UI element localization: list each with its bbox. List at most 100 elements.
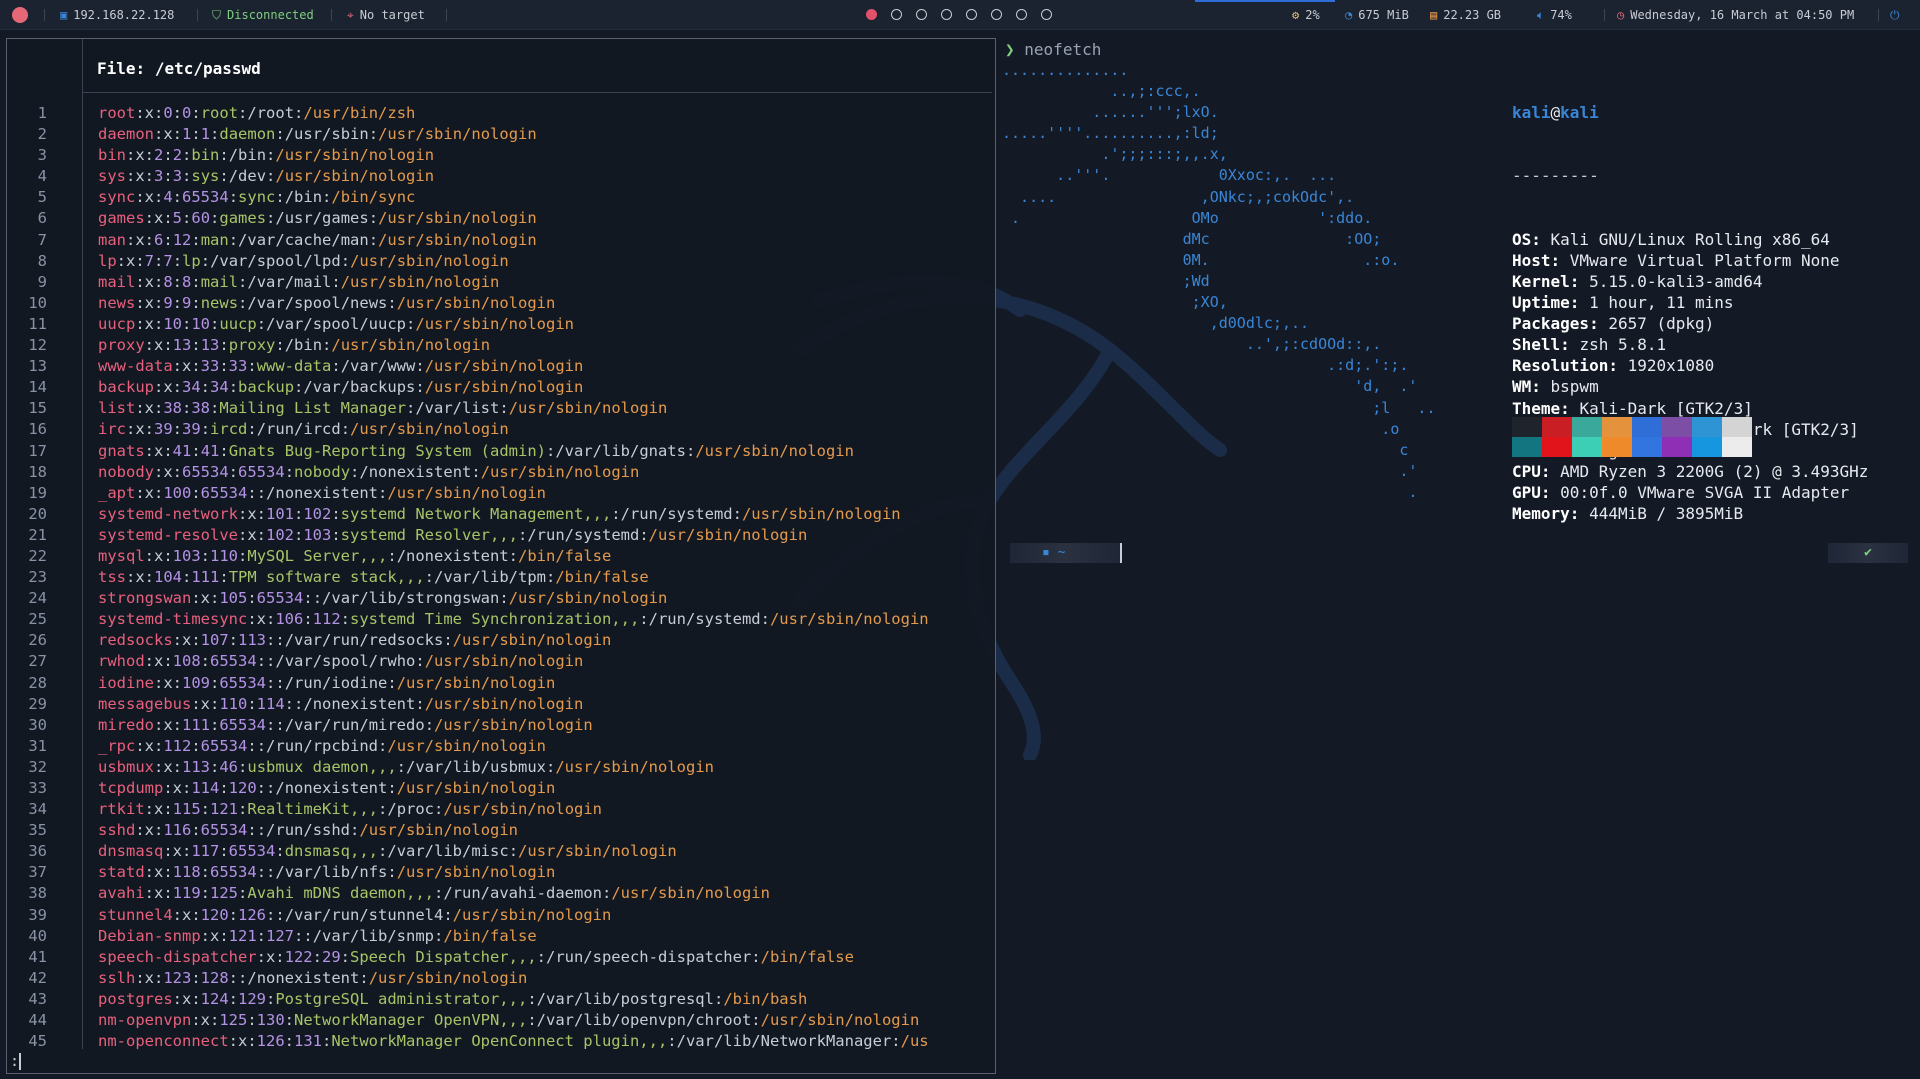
uid: 126	[256, 1032, 285, 1051]
field-separator: :	[163, 230, 173, 249]
passwd-entry: sshd:x:116:65534::/run/sshd:/usr/sbin/no…	[98, 820, 518, 841]
field-separator: :	[275, 715, 285, 734]
clock[interactable]: ◷ Wednesday, 16 March at 04:50 PM	[1617, 0, 1854, 30]
workspace-1-button[interactable]	[866, 9, 877, 20]
login-shell: /usr/sbin/nologin	[396, 863, 556, 882]
uid: 34	[182, 378, 201, 397]
gid: 60	[191, 209, 211, 228]
home-dir: /bin	[284, 336, 323, 355]
field-separator: :	[294, 104, 304, 122]
field-separator: :x:	[191, 589, 220, 608]
passwd-entry: sys:x:3:3:sys:/dev:/usr/sbin/nologin	[98, 166, 434, 187]
volume-control[interactable]: 🔈︎ 74%	[1537, 0, 1572, 30]
field-separator: :	[378, 483, 388, 502]
login-shell: /usr/sbin/nologin	[396, 673, 556, 692]
terminal-pane[interactable]: ❯ neofetch .............. ..,;:ccc,. ...…	[1002, 38, 1918, 1074]
username: dnsmasq	[98, 842, 164, 861]
field-separator: :	[256, 926, 266, 945]
separator	[1878, 9, 1879, 21]
power-button[interactable]: ⏻	[1890, 0, 1900, 30]
line-number: 31	[28, 736, 47, 755]
line-number: 40	[28, 926, 47, 945]
home-dir: /run/avahi-daemon	[443, 884, 602, 903]
home-dir: /var/lib/postgresql	[536, 989, 714, 1008]
field-separator: :	[293, 504, 304, 523]
workspace-3-button[interactable]	[916, 9, 927, 20]
field-separator: :	[266, 715, 276, 734]
field-separator: :	[322, 188, 332, 207]
passwd-entry: nm-openconnect:x:126:131:NetworkManager …	[98, 1031, 929, 1052]
home-dir: /run/rpcbind	[266, 736, 379, 755]
workspace-2-button[interactable]	[891, 9, 902, 20]
gid: 10	[191, 314, 211, 333]
info-row: Host: VMware Virtual Platform None	[1512, 250, 1840, 270]
home-dir: /var/lib/tpm	[434, 568, 546, 587]
kali-menu-button[interactable]	[12, 0, 28, 30]
field-separator: :	[256, 652, 267, 671]
target-indicator[interactable]: ⌖ No target	[347, 0, 425, 30]
table-row: 19 _apt:x:100:65534::/nonexistent:/usr/sb…	[7, 483, 997, 504]
table-row: 27 rwhod:x:108:65534::/var/spool/rwho:/us…	[7, 651, 997, 672]
username: sync	[98, 188, 136, 207]
workspace-4-button[interactable]	[941, 9, 952, 20]
home-dir: /var/cache/man	[238, 230, 369, 249]
home-dir: /var/lib/misc	[387, 842, 509, 861]
field-separator: :	[667, 1032, 677, 1051]
bat-viewer-pane[interactable]: File: /etc/passwd 1 root:x:0:0:root:/root…	[6, 38, 996, 1074]
gecos: Gnats Bug-Reporting System (admin)	[228, 441, 546, 460]
workspace-7-button[interactable]	[1016, 9, 1027, 20]
gecos: mail	[200, 272, 239, 291]
field-separator: :	[182, 167, 192, 186]
line-number: 25	[28, 610, 47, 629]
username: nm-openconnect	[98, 1032, 229, 1051]
login-shell: /usr/sbin/nologin	[378, 125, 537, 144]
passwd-entry: postgres:x:124:129:PostgreSQL administra…	[98, 989, 807, 1010]
info-key: OS	[1512, 229, 1532, 249]
gecos: news	[200, 293, 239, 312]
passwd-entry: Debian-snmp:x:121:127::/var/lib/snmp:/bi…	[98, 926, 537, 947]
field-separator: :	[387, 779, 397, 797]
field-separator: :	[219, 336, 229, 355]
table-row: 43 postgres:x:124:129:PostgreSQL administ…	[7, 989, 997, 1010]
gid: 38	[191, 399, 211, 418]
field-separator: :x:	[135, 821, 164, 840]
username: postgres	[98, 989, 173, 1008]
field-separator: :	[210, 757, 220, 776]
gecos: MySQL Server,,,	[247, 546, 388, 565]
username: rtkit	[98, 800, 145, 819]
workspace-6-button[interactable]	[991, 9, 1002, 20]
username: messagebus	[98, 694, 192, 713]
field-separator: :	[350, 462, 360, 481]
passwd-entry: daemon:x:1:1:daemon:/usr/sbin:/usr/sbin/…	[98, 124, 537, 145]
vpn-status[interactable]: ⛉ Disconnected	[212, 0, 314, 30]
field-separator: :	[191, 968, 201, 987]
field-separator: :x:	[135, 736, 164, 755]
username: nobody	[98, 462, 154, 481]
shell-prompt[interactable]: ▪ ~ ✔	[1002, 543, 1918, 563]
field-separator: :	[191, 821, 201, 840]
ip-address[interactable]: ▣ 192.168.22.128	[60, 0, 174, 30]
line-number: 42	[28, 968, 47, 987]
pager-prompt[interactable]: :	[10, 1052, 22, 1070]
table-row: 1 root:x:0:0:root:/root:/usr/bin/zsh	[7, 103, 997, 124]
field-separator: :	[210, 125, 220, 144]
line-number: 9	[37, 272, 47, 291]
username: backup	[98, 378, 154, 397]
workspace-5-button[interactable]	[966, 9, 977, 20]
field-separator: :x:	[135, 314, 164, 333]
gid: 65534	[200, 736, 248, 755]
login-shell: /usr/sbin/nologin	[452, 631, 612, 650]
gid: 114	[256, 694, 285, 713]
field-separator: :	[406, 399, 416, 418]
field-separator: :x:	[144, 652, 173, 671]
gid: 129	[238, 989, 266, 1008]
home-dir: /var/mail	[247, 272, 332, 291]
info-value: VMware Virtual Platform None	[1569, 250, 1840, 270]
uid: 65534	[182, 462, 229, 481]
gid: 65534	[210, 652, 257, 671]
login-shell: /usr/sbin/nologin	[424, 378, 584, 397]
workspace-8-button[interactable]	[1041, 9, 1052, 20]
field-separator: :	[200, 546, 211, 565]
field-separator: :	[396, 757, 407, 776]
username: systemd-network	[98, 504, 238, 523]
